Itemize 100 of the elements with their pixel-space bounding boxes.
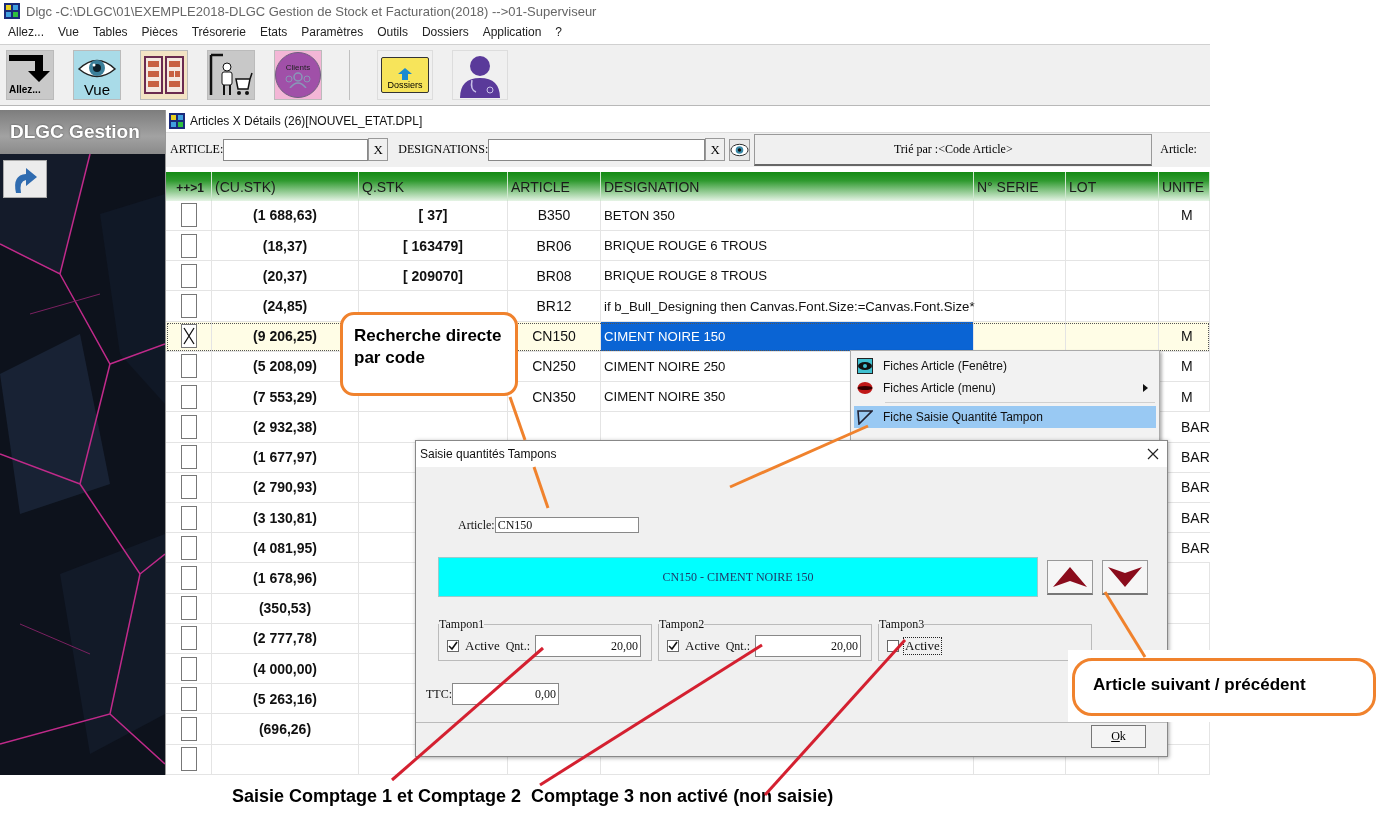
input-field[interactable]: 0,00 xyxy=(452,683,559,705)
checkbox-label[interactable]: Active xyxy=(464,638,501,654)
checkbox[interactable] xyxy=(180,566,197,590)
person-cart-icon xyxy=(209,53,253,97)
table-cell: (1 688,63) xyxy=(253,207,317,224)
clear-button[interactable]: X xyxy=(368,138,389,162)
column-header[interactable]: N° SERIE xyxy=(974,171,1066,201)
checkbox[interactable] xyxy=(180,294,197,318)
input-field[interactable]: 20,00 xyxy=(755,635,861,657)
previous-button[interactable] xyxy=(1047,559,1093,595)
checkbox[interactable] xyxy=(180,203,197,228)
input-field[interactable]: CN150 xyxy=(494,517,639,533)
checkbox[interactable] xyxy=(180,384,197,409)
eye-icon xyxy=(730,141,750,158)
table-cell: BRIQUE ROUGE 8 TROUS xyxy=(604,268,768,284)
checkbox[interactable] xyxy=(180,686,197,711)
checkbox[interactable] xyxy=(180,475,197,500)
ok-button[interactable]: Ok xyxy=(1091,725,1146,748)
column-header[interactable]: (CU.STK) xyxy=(212,171,359,201)
view-button[interactable]: Vue xyxy=(73,50,121,100)
column-header[interactable]: DESIGNATION xyxy=(601,171,974,201)
checkbox[interactable] xyxy=(180,414,197,439)
table-cell: BAR xyxy=(1181,418,1210,435)
checkbox[interactable] xyxy=(180,535,197,560)
checkbox-label[interactable]: Active xyxy=(904,638,941,654)
checkbox[interactable] xyxy=(180,354,197,379)
close-icon[interactable] xyxy=(1147,448,1159,460)
sort-button[interactable]: Trié par :<Code Article> xyxy=(754,133,1153,166)
table-row[interactable]: (18,37) [ 163479] BR06 BRIQUE ROUGE 6 TROUS xyxy=(166,230,1210,262)
leader-line xyxy=(1103,591,1147,658)
next-button[interactable] xyxy=(1102,559,1148,595)
table-cell: M xyxy=(1181,328,1193,345)
folders-button[interactable]: Dossiers xyxy=(377,50,433,100)
field-label: Qnt.: xyxy=(505,638,530,654)
table-cell: M xyxy=(1181,388,1193,405)
table-cell: BAR xyxy=(1181,539,1210,556)
checkbox[interactable] xyxy=(667,640,679,652)
eye-icon xyxy=(857,358,873,374)
checkbox[interactable] xyxy=(180,324,197,349)
view-button[interactable] xyxy=(729,138,751,161)
checkbox[interactable] xyxy=(180,656,197,681)
field-label: Article: xyxy=(458,517,495,533)
table-cell: BAR xyxy=(1181,509,1210,526)
shortcut-button[interactable] xyxy=(3,160,47,198)
checkbox[interactable] xyxy=(180,596,197,621)
table-cell: BETON 350 xyxy=(604,207,675,223)
stock-button[interactable] xyxy=(207,50,255,100)
people-icon xyxy=(284,71,312,88)
callout: Recherche directe par code xyxy=(340,312,518,396)
curved-arrow-icon xyxy=(12,165,38,193)
caption: Saisie Comptage 1 et Comptage 2 Comptage 3 non activé (non saisie) xyxy=(232,786,834,807)
checkbox[interactable] xyxy=(180,626,197,651)
checkbox-label[interactable]: Active xyxy=(684,638,721,654)
table-cell: (9 206,25) xyxy=(253,328,317,345)
user-button[interactable] xyxy=(452,50,508,100)
input-field[interactable] xyxy=(488,138,706,161)
checkbox[interactable] xyxy=(180,233,197,258)
menu-item[interactable]: Fiches Article (Fenêtre) xyxy=(854,355,1156,377)
menu-item[interactable]: Etats xyxy=(259,25,288,39)
clear-button[interactable]: X xyxy=(705,138,726,162)
goto-button[interactable]: Allez... xyxy=(6,50,54,100)
table-cell: [ 163479] xyxy=(403,237,463,254)
checkbox[interactable] xyxy=(447,640,459,652)
menu-item[interactable]: Allez... xyxy=(8,25,44,39)
app-icon xyxy=(4,3,20,19)
table-cell: (18,37) xyxy=(262,237,308,254)
table-row[interactable]: (24,85) BR12 if b_Bull_Designing then Canvas.Font.Size:=Canvas.Font.Size* xyxy=(166,291,1210,322)
checkbox[interactable] xyxy=(180,445,197,470)
column-header[interactable]: UNITE xyxy=(1159,171,1210,201)
table-row[interactable]: (1 688,63) [ 37] B350 BETON 350 M xyxy=(166,200,1210,231)
menu-item[interactable]: Tables xyxy=(92,25,128,39)
field-label: Qnt.: xyxy=(725,638,750,654)
checkbox[interactable] xyxy=(180,717,197,742)
table-cell: (1 677,97) xyxy=(253,449,317,466)
bent-arrow-icon xyxy=(7,53,51,83)
checkbox[interactable] xyxy=(180,505,197,530)
menu-item[interactable]: ? xyxy=(555,25,563,39)
column-header[interactable]: ARTICLE xyxy=(508,171,601,201)
menu-item[interactable]: Trésorerie xyxy=(191,25,246,39)
article-banner: CN150 - CIMENT NOIRE 150 xyxy=(438,557,1038,597)
table-cell: (2 777,78) xyxy=(253,630,317,647)
table-cell: if b_Bull_Designing then Canvas.Font.Size:=Canvas.Font.Size* xyxy=(604,298,975,314)
checkbox[interactable] xyxy=(180,747,197,772)
table-cell: B350 xyxy=(537,207,571,224)
input-field[interactable] xyxy=(223,138,369,161)
checkbox[interactable] xyxy=(180,263,197,288)
column-header[interactable]: ++>1 xyxy=(166,171,212,201)
column-header[interactable]: Q.STK xyxy=(359,171,508,201)
menu-item[interactable]: Dossiers xyxy=(421,25,469,39)
menu-item[interactable]: Fiche Saisie Quantité Tampon xyxy=(854,406,1156,428)
menu-item[interactable]: Application xyxy=(482,25,542,39)
tables-button[interactable] xyxy=(140,50,188,100)
menu-item[interactable]: Outils xyxy=(377,25,408,39)
menu-item[interactable]: Paramètres xyxy=(301,25,364,39)
table-row[interactable]: (20,37) [ 209070] BR08 BRIQUE ROUGE 8 TROUS xyxy=(166,261,1210,292)
menu-item[interactable]: Vue xyxy=(58,25,79,39)
dialog-title: Saisie quantités Tampons xyxy=(420,447,557,461)
input-field[interactable]: 20,00 xyxy=(535,635,641,657)
column-header[interactable]: LOT xyxy=(1066,171,1159,201)
menu-item[interactable]: Pièces xyxy=(141,25,178,39)
